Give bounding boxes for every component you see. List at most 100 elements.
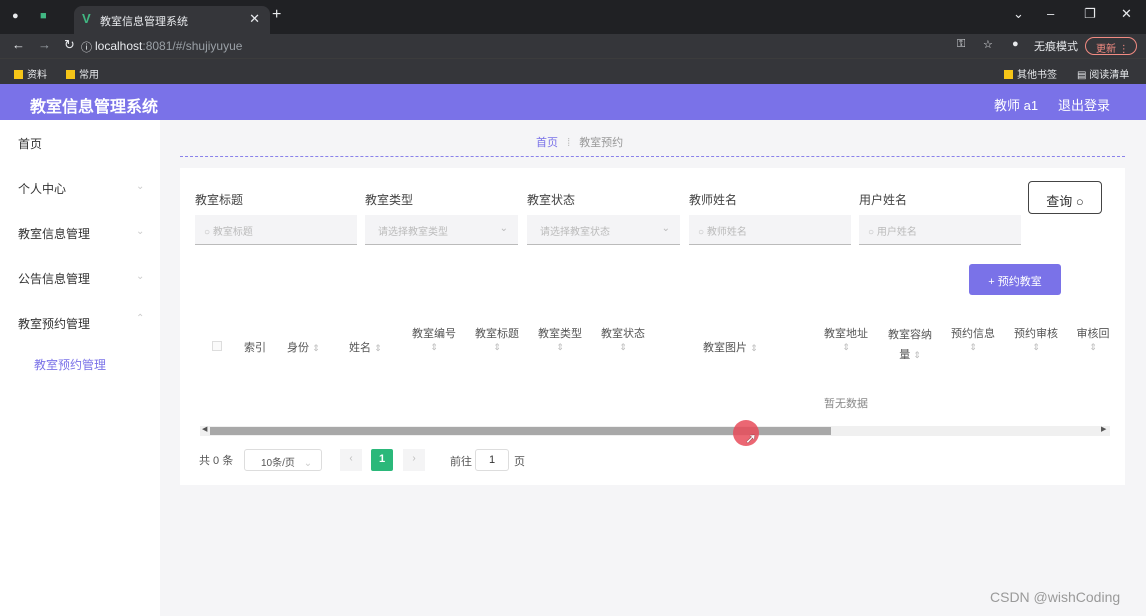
- browser-tab[interactable]: V 教室信息管理系统 ✕: [74, 6, 270, 34]
- sort-icon[interactable]: ⇕: [374, 343, 382, 353]
- sort-icon[interactable]: ⇕: [842, 342, 850, 352]
- breadcrumb: 首页 ⁞ 教室预约: [536, 134, 623, 150]
- divider: [180, 156, 1125, 157]
- bookmark-folder-2[interactable]: 常用: [66, 66, 99, 81]
- chevron-up-icon: ⌃: [136, 313, 145, 324]
- app-header: 教室信息管理系统 教师 a1 退出登录: [0, 84, 1146, 120]
- next-page-button[interactable]: ›: [403, 449, 425, 471]
- sort-icon[interactable]: ⇕: [493, 342, 501, 352]
- sidebar-subitem-booking[interactable]: 教室预约管理: [34, 356, 106, 373]
- chevron-down-icon: ⌄: [136, 181, 145, 192]
- col-identity[interactable]: 身份 ⇕: [287, 339, 320, 355]
- sidebar-item-profile[interactable]: 个人中心: [18, 180, 66, 197]
- vue-logo-icon: V: [82, 11, 91, 26]
- sort-icon[interactable]: ⇕: [750, 343, 758, 353]
- col-room-image[interactable]: 教室图片 ⇕: [703, 339, 758, 355]
- tab-search-icon[interactable]: ⌄: [1013, 6, 1024, 22]
- close-window-icon[interactable]: ✕: [1121, 6, 1132, 22]
- sort-icon[interactable]: ⇕: [619, 342, 627, 352]
- tab-group-icon[interactable]: ■: [40, 10, 47, 22]
- col-booking-info[interactable]: 预约信息 ⇕: [950, 325, 996, 353]
- star-icon[interactable]: ☆: [983, 38, 993, 51]
- sidebar-item-notice[interactable]: 公告信息管理: [18, 270, 90, 287]
- search-icon: ○: [698, 227, 707, 238]
- scroll-right-icon[interactable]: ▶: [1101, 425, 1106, 433]
- minimize-icon[interactable]: –: [1047, 6, 1054, 21]
- sidebar-item-booking[interactable]: 教室预约管理: [18, 315, 90, 332]
- chevron-down-icon: ⌄: [136, 226, 145, 237]
- status-select[interactable]: 请选择教室状态 ⌄: [527, 215, 680, 245]
- col-room-status[interactable]: 教室状态 ⇕: [600, 325, 646, 353]
- bookmarks-bar: 资料 常用 其他书签 ▤ 阅读清单: [0, 58, 1146, 84]
- restore-icon[interactable]: ❐: [1084, 6, 1096, 22]
- app-title: 教室信息管理系统: [30, 99, 159, 116]
- browser-tab-bar: ● ■ V 教室信息管理系统 ✕ + ⌄ – ❐ ✕: [0, 0, 1146, 34]
- title-search-input[interactable]: ○ 教室标题: [195, 215, 357, 245]
- book-classroom-button[interactable]: + 预约教室: [969, 264, 1061, 295]
- close-tab-icon[interactable]: ✕: [249, 11, 260, 27]
- teacher-search-input[interactable]: ○ 教师姓名: [689, 215, 851, 245]
- filter-label-title: 教室标题: [195, 193, 244, 207]
- folder-icon: [1004, 70, 1013, 79]
- type-select[interactable]: 请选择教室类型 ⌄: [365, 215, 518, 245]
- col-room-type[interactable]: 教室类型 ⇕: [537, 325, 583, 353]
- total-count: 共 0 条: [199, 455, 234, 467]
- col-booking-review[interactable]: 预约审核 ⇕: [1013, 325, 1059, 353]
- url-field[interactable]: localhost:8081/#/shujiyuyue: [95, 39, 242, 53]
- col-room-no[interactable]: 教室编号 ⇕: [411, 325, 457, 353]
- col-name[interactable]: 姓名 ⇕: [349, 339, 382, 355]
- user-search-input[interactable]: ○ 用户姓名: [859, 215, 1021, 245]
- sort-icon[interactable]: ⇕: [556, 342, 564, 352]
- forward-icon[interactable]: →: [38, 37, 51, 52]
- reading-list[interactable]: ▤ 阅读清单: [1077, 66, 1129, 81]
- sort-icon[interactable]: ⇕: [312, 343, 320, 353]
- col-room-title[interactable]: 教室标题 ⇕: [474, 325, 520, 353]
- chevron-down-icon: ⌄: [303, 458, 313, 469]
- breadcrumb-home[interactable]: 首页: [536, 137, 558, 149]
- browser-menu-icon[interactable]: ●: [12, 10, 19, 22]
- new-tab-icon[interactable]: +: [272, 6, 281, 24]
- back-icon[interactable]: ←: [12, 37, 25, 52]
- page-size-select[interactable]: 10条/页 ⌄: [244, 449, 322, 471]
- sort-icon[interactable]: ⇕: [969, 342, 977, 352]
- sort-icon[interactable]: ⇕: [1089, 342, 1097, 352]
- col-room-address[interactable]: 教室地址 ⇕: [823, 325, 869, 353]
- sort-icon[interactable]: ⇕: [430, 342, 438, 352]
- sidebar-item-home[interactable]: 首页: [18, 135, 42, 152]
- scroll-left-icon[interactable]: ◀: [202, 425, 207, 433]
- filter-label-status: 教室状态: [527, 193, 576, 207]
- sort-icon[interactable]: ⇕: [1032, 342, 1040, 352]
- sidebar-item-classroom[interactable]: 教室信息管理: [18, 225, 90, 242]
- search-icon: ○: [868, 227, 877, 238]
- col-room-capacity[interactable]: 教室容纳量 ⇕: [886, 325, 934, 365]
- query-button[interactable]: 查询 ○: [1028, 181, 1102, 214]
- bookmark-folder-1[interactable]: 资料: [14, 66, 47, 81]
- reload-icon[interactable]: ↻: [64, 37, 75, 53]
- current-page-button[interactable]: 1: [371, 449, 393, 471]
- goto-label: 前往: [450, 456, 472, 468]
- folder-icon: [66, 70, 75, 79]
- logout-link[interactable]: 退出登录: [1058, 95, 1110, 114]
- update-button[interactable]: 更新 ⋮: [1085, 37, 1137, 55]
- other-bookmarks[interactable]: 其他书签: [1004, 66, 1057, 81]
- prev-page-button[interactable]: ‹: [340, 449, 362, 471]
- reading-list-icon: ▤: [1077, 70, 1090, 81]
- info-icon[interactable]: ⓘ: [81, 39, 92, 55]
- goto-page-input[interactable]: 1: [475, 449, 509, 471]
- folder-icon: [14, 70, 23, 79]
- address-bar: ← → ↻ ⓘ localhost:8081/#/shujiyuyue ⚿ ☆ …: [0, 34, 1146, 58]
- breadcrumb-current: 教室预约: [579, 137, 624, 149]
- filter-label-teacher: 教师姓名: [689, 193, 738, 207]
- mouse-cursor-icon: ➚: [745, 430, 757, 446]
- col-review-reply[interactable]: 审核回 ⇕: [1076, 325, 1110, 353]
- sort-icon[interactable]: ⇕: [913, 350, 921, 360]
- col-index: 索引: [244, 342, 266, 354]
- incognito-icon: ●: [1012, 38, 1019, 50]
- search-icon: ○: [1075, 194, 1084, 209]
- breadcrumb-separator-icon: ⁞: [567, 137, 571, 149]
- select-all-checkbox[interactable]: [212, 341, 222, 351]
- chevron-down-icon: ⌄: [499, 223, 508, 234]
- key-icon[interactable]: ⚿: [957, 38, 965, 51]
- tab-title: 教室信息管理系统: [100, 16, 188, 28]
- incognito-label: 无痕模式: [1034, 41, 1078, 53]
